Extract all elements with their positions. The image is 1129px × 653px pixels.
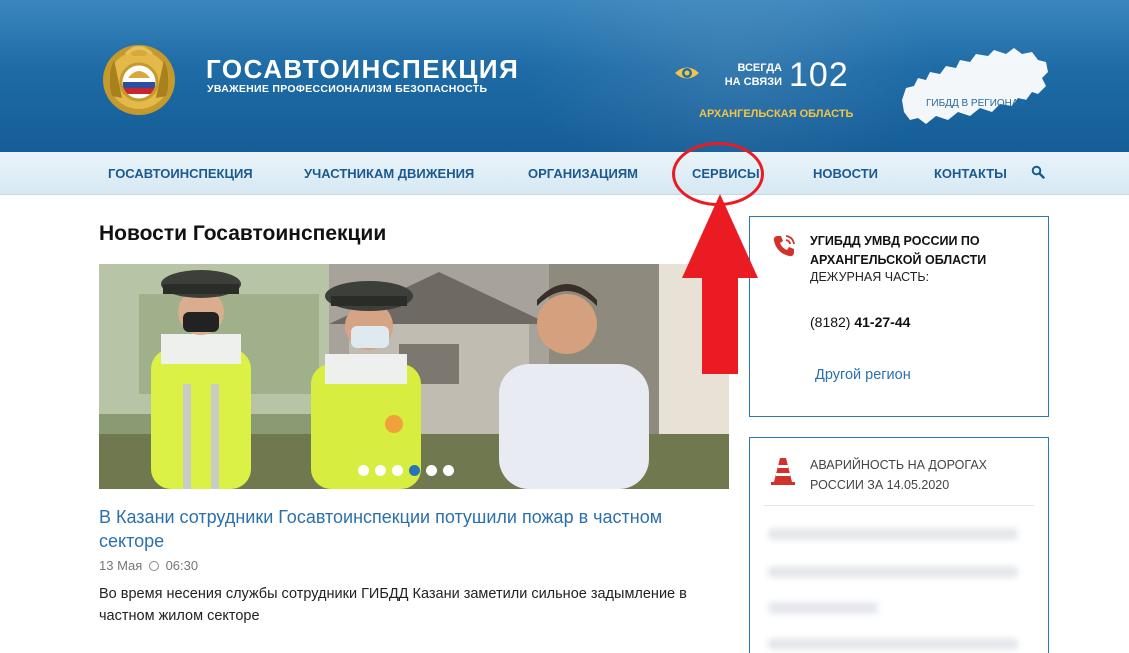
annotation-arrow-icon <box>682 194 758 374</box>
nav-item-contacts[interactable]: КОНТАКТЫ <box>934 166 1007 181</box>
nav-item-organizations[interactable]: ОРГАНИЗАЦИЯМ <box>528 166 638 181</box>
nav-item-news[interactable]: НОВОСТИ <box>813 166 878 181</box>
always-online-label: ВСЕГДА НА СВЯЗИ <box>716 61 782 89</box>
gibdd-emblem-logo[interactable] <box>98 38 180 118</box>
blurred-stat-row <box>768 528 1018 540</box>
news-slider-image[interactable] <box>99 264 729 489</box>
slider-dots <box>358 465 454 476</box>
eye-icon[interactable] <box>674 64 700 82</box>
phone-code: (8182) <box>810 314 851 330</box>
russia-map-icon[interactable] <box>896 42 1052 136</box>
accidents-title: АВАРИЙНОСТЬ НА ДОРОГАХ РОССИИ ЗА 14.05.2… <box>810 458 987 492</box>
article-time: 06:30 <box>165 558 199 573</box>
article-meta: 13 Мая 06:30 <box>99 558 198 573</box>
slider-dot[interactable] <box>392 465 403 476</box>
blurred-stat-row <box>768 566 1018 578</box>
slider-dot[interactable] <box>426 465 437 476</box>
brand-title[interactable]: ГОСАВТОИНСПЕКЦИЯ <box>206 54 519 85</box>
main-nav: ГОСАВТОИНСПЕКЦИЯ УЧАСТНИКАМ ДВИЖЕНИЯ ОРГ… <box>0 152 1129 195</box>
region-selector[interactable]: АРХАНГЕЛЬСКАЯ ОБЛАСТЬ <box>699 108 853 120</box>
traffic-cone-icon <box>771 458 795 485</box>
clock-icon <box>148 561 159 571</box>
always-line-1: ВСЕГДА <box>737 62 782 74</box>
phone-number: 41-27-44 <box>854 314 911 330</box>
blurred-stat-row <box>768 638 1018 650</box>
contact-phone[interactable]: (8182) 41-27-44 <box>810 314 910 330</box>
map-label[interactable]: ГИБДД В РЕГИОНАХ <box>926 98 1025 109</box>
other-region-link[interactable]: Другой регион <box>815 367 911 383</box>
page-title: Новости Госавтоинспекции <box>99 222 387 245</box>
always-line-2: НА СВЯЗИ <box>724 76 782 88</box>
phone-icon <box>773 235 795 257</box>
article-title-link[interactable]: В Казани сотрудники Госавтоинспекции пот… <box>99 505 729 553</box>
contact-title: УГИБДД УМВД РОССИИ ПО АРХАНГЕЛЬСКОЙ ОБЛА… <box>810 234 987 267</box>
divider <box>764 505 1034 506</box>
article-date: 13 Мая <box>99 558 143 573</box>
contact-subtitle: ДЕЖУРНАЯ ЧАСТЬ: <box>810 270 930 284</box>
brand-subtitle: УВАЖЕНИЕ ПРОФЕССИОНАЛИЗМ БЕЗОПАСНОСТЬ <box>207 83 488 95</box>
slider-dot[interactable] <box>358 465 369 476</box>
site-header: ГОСАВТОИНСПЕКЦИЯ УВАЖЕНИЕ ПРОФЕССИОНАЛИЗ… <box>0 0 1129 152</box>
nav-item-gosavtoinspektsiya[interactable]: ГОСАВТОИНСПЕКЦИЯ <box>108 166 253 181</box>
slider-dot[interactable] <box>443 465 454 476</box>
blurred-stat-row <box>768 602 878 614</box>
slider-dot[interactable] <box>375 465 386 476</box>
search-icon[interactable] <box>1031 165 1045 179</box>
article-excerpt: Во время несения службы сотрудники ГИБДД… <box>99 586 687 624</box>
nav-item-participants[interactable]: УЧАСТНИКАМ ДВИЖЕНИЯ <box>304 166 474 181</box>
hotline-number: 102 <box>789 56 849 94</box>
slider-dot[interactable] <box>409 465 420 476</box>
